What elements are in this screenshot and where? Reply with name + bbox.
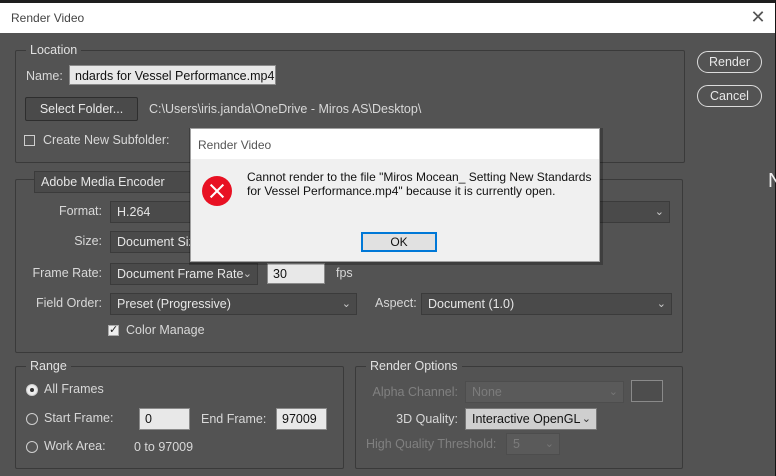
3d-quality-select[interactable]: Interactive OpenGL ⌄ (465, 408, 597, 430)
alpha-color-swatch[interactable] (631, 380, 663, 402)
error-icon (202, 176, 232, 206)
subfolder-checkbox[interactable] (24, 135, 35, 146)
chevron-down-icon: ⌄ (656, 298, 666, 310)
alpha-channel-select[interactable]: None ⌄ (465, 381, 624, 403)
start-frame-field[interactable]: 0 (139, 408, 190, 430)
chevron-down-icon: ⌄ (242, 268, 252, 280)
format-value: H.264 (117, 205, 151, 219)
select-folder-button[interactable]: Select Folder... (25, 97, 138, 121)
end-frame-label: End Frame: (201, 412, 267, 426)
render-button[interactable]: Render (697, 51, 762, 73)
all-frames-radio[interactable] (26, 384, 38, 396)
frame-rate-label: Frame Rate: (32, 266, 102, 280)
encoder-engine-value: Adobe Media Encoder (41, 175, 165, 189)
chevron-down-icon: ⌄ (341, 298, 351, 310)
field-order-value: Preset (Progressive) (117, 297, 231, 311)
color-manage-label: Color Manage (126, 323, 205, 337)
aspect-value: Document (1.0) (428, 297, 515, 311)
3d-quality-label: 3D Quality: (396, 412, 458, 426)
size-select[interactable]: Document Siz (110, 231, 200, 253)
chevron-down-icon: ⌄ (581, 413, 591, 425)
subfolder-label: Create New Subfolder: (43, 133, 170, 147)
frame-rate-select[interactable]: Document Frame Rate ⌄ (110, 263, 258, 285)
dialog-titlebar: Render Video ✕ (0, 3, 775, 33)
folder-path: C:\Users\iris.janda\OneDrive - Miros AS\… (149, 102, 422, 116)
color-manage-checkbox[interactable] (108, 323, 119, 336)
size-value: Document Siz (117, 235, 195, 249)
cancel-button[interactable]: Cancel (697, 85, 762, 107)
frame-rate-value: Document Frame Rate (117, 267, 244, 281)
error-modal-title: Render Video (198, 138, 272, 152)
encoder-engine-select[interactable]: Adobe Media Encoder (34, 171, 194, 193)
aspect-select[interactable]: Document (1.0) ⌄ (421, 293, 672, 315)
3d-quality-value: Interactive OpenGL (472, 412, 581, 426)
fps-field[interactable]: 30 (267, 263, 325, 284)
background-letter: N (768, 170, 776, 192)
chevron-down-icon: ⌄ (654, 206, 664, 218)
location-legend: Location (30, 43, 78, 57)
hq-threshold-value: 5 (513, 437, 520, 451)
error-message: Cannot render to the file "Miros Mocean_… (247, 170, 592, 198)
end-frame-field[interactable]: 97009 (276, 408, 327, 430)
chevron-down-icon: ⌄ (544, 438, 554, 450)
work-area-radio[interactable] (26, 441, 38, 453)
alpha-channel-label: Alpha Channel: (372, 385, 458, 399)
start-frame-radio[interactable] (26, 413, 38, 425)
name-label: Name: (26, 69, 63, 83)
all-frames-label: All Frames (44, 382, 104, 396)
work-area-value: 0 to 97009 (134, 440, 194, 454)
start-frame-label: Start Frame: (44, 411, 114, 425)
error-modal-titlebar: Render Video (191, 129, 599, 159)
ok-button[interactable]: OK (361, 232, 437, 252)
field-order-label: Field Order: (36, 296, 102, 310)
name-field[interactable]: ndards for Vessel Performance.mp4 (69, 65, 276, 85)
aspect-label: Aspect: (375, 296, 417, 310)
chevron-down-icon: ⌄ (608, 386, 618, 398)
format-label: Format: (58, 204, 102, 218)
hq-threshold-select[interactable]: 5 ⌄ (506, 433, 560, 455)
fps-unit: fps (336, 266, 353, 280)
dialog-title: Render Video (11, 11, 85, 25)
error-modal: Render Video Cannot render to the file "… (190, 128, 600, 262)
work-area-label: Work Area: (44, 439, 106, 453)
field-order-select[interactable]: Preset (Progressive) ⌄ (110, 293, 357, 315)
hq-threshold-label: High Quality Threshold: (366, 437, 497, 451)
size-label: Size: (74, 234, 102, 248)
close-icon[interactable]: ✕ (748, 7, 768, 27)
alpha-channel-value: None (472, 385, 502, 399)
render-options-legend: Render Options (370, 359, 458, 373)
range-legend: Range (30, 359, 67, 373)
